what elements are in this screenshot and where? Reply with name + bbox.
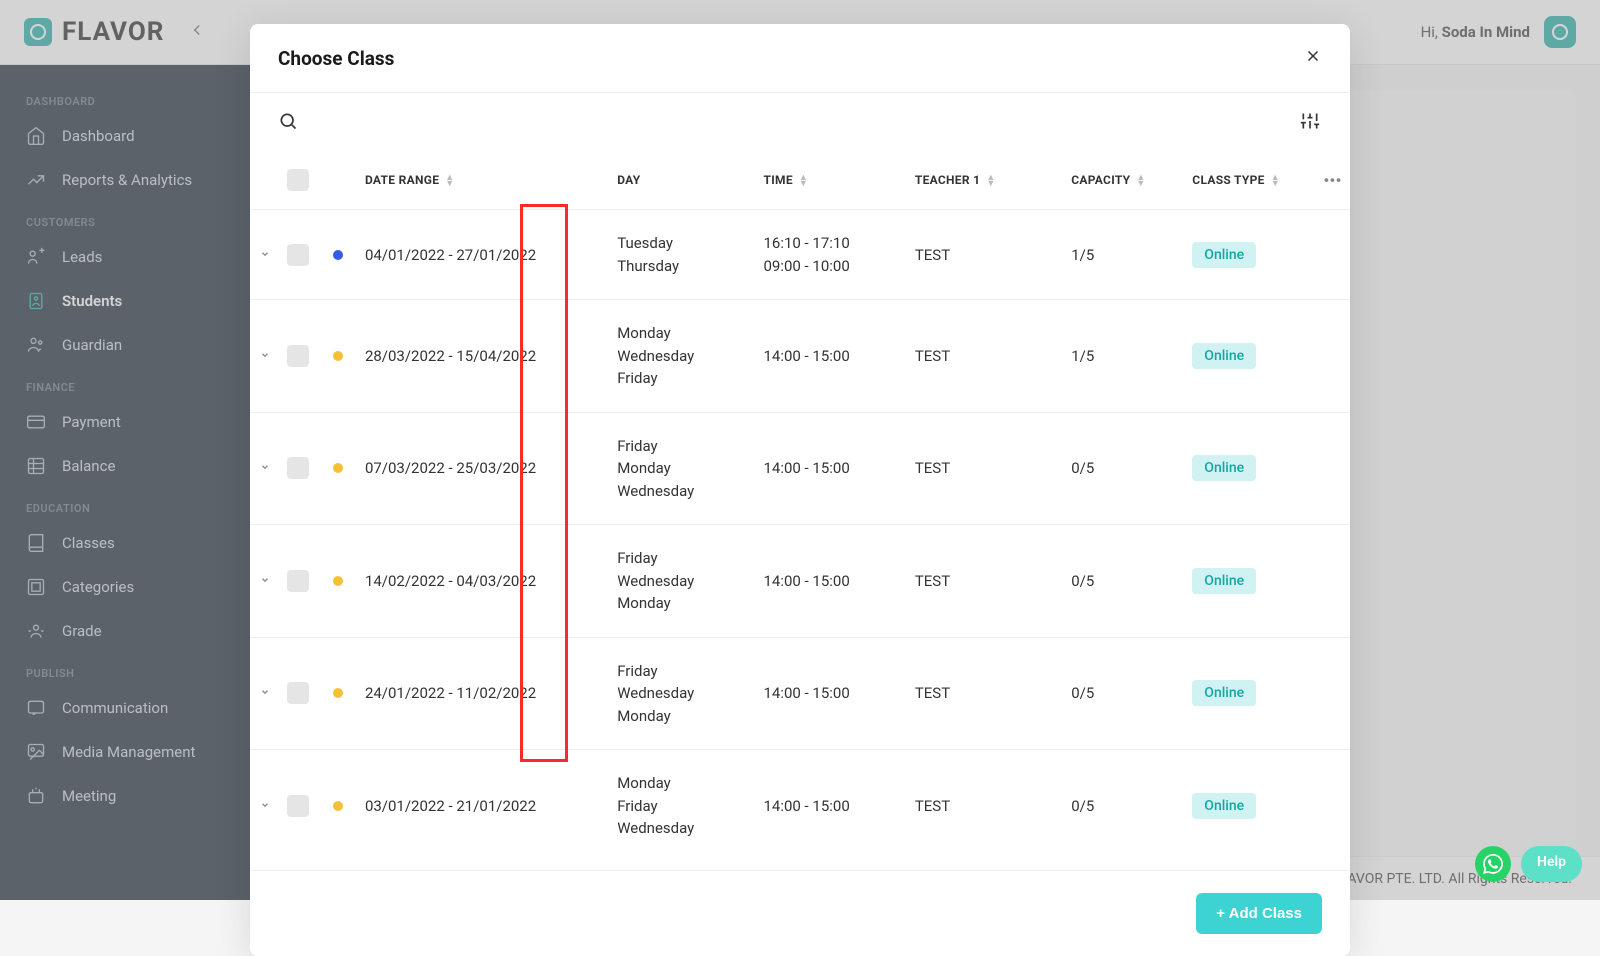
row-checkbox[interactable] — [287, 570, 309, 592]
cell-class-type: Online — [1184, 210, 1315, 300]
search-icon[interactable] — [278, 111, 300, 133]
cell-time: 14:00 - 15:00 — [755, 637, 906, 750]
status-dot — [333, 351, 343, 361]
cell-teacher: TEST — [907, 750, 1063, 862]
cell-class-type: Online — [1184, 637, 1315, 750]
cell-teacher: TEST — [907, 412, 1063, 525]
cell-day: FridayMondayWednesday — [609, 412, 755, 525]
status-dot — [333, 250, 343, 260]
cell-capacity: 0/5 — [1063, 412, 1184, 525]
cell-class-type: Online — [1184, 300, 1315, 413]
table-row: 28/03/2022 - 15/04/2022MondayWednesdayFr… — [250, 300, 1350, 413]
table-row: 24/01/2022 - 11/02/2022FridayWednesdayMo… — [250, 637, 1350, 750]
table-row: 07/03/2022 - 25/03/2022FridayMondayWedne… — [250, 412, 1350, 525]
row-checkbox[interactable] — [287, 682, 309, 704]
help-button[interactable]: Help — [1521, 846, 1582, 882]
cell-teacher: TEST — [907, 210, 1063, 300]
cell-time: 16:10 - 17:1009:00 - 10:00 — [755, 210, 906, 300]
cell-day: MondayWednesdayFriday — [609, 300, 755, 413]
table-row: 04/01/2022 - 27/01/2022TuesdayThursday16… — [250, 210, 1350, 300]
cell-capacity: 0/5 — [1063, 525, 1184, 638]
status-dot — [333, 463, 343, 473]
expand-row-icon[interactable] — [250, 412, 278, 525]
cell-teacher: TEST — [907, 637, 1063, 750]
cell-date-range: 24/01/2022 - 11/02/2022 — [357, 637, 609, 750]
cell-day: FridayWednesdayMonday — [609, 637, 755, 750]
expand-row-icon[interactable] — [250, 750, 278, 862]
cell-date-range: 14/02/2022 - 04/03/2022 — [357, 525, 609, 638]
expand-row-icon[interactable] — [250, 300, 278, 413]
cell-time: 14:00 - 15:00 — [755, 300, 906, 413]
row-checkbox[interactable] — [287, 795, 309, 817]
col-teacher[interactable]: TEACHER 1▲▼ — [907, 151, 1063, 210]
cell-time: 14:00 - 15:00 — [755, 412, 906, 525]
cell-teacher: TEST — [907, 525, 1063, 638]
cell-date-range: 03/01/2022 - 21/01/2022 — [357, 750, 609, 862]
col-date-range[interactable]: DATE RANGE▲▼ — [357, 151, 609, 210]
select-all-checkbox[interactable] — [287, 169, 309, 191]
class-table: DATE RANGE▲▼ DAY TIME▲▼ TEACHER 1▲▼ CAPA… — [250, 151, 1350, 862]
table-row: 14/02/2022 - 04/03/2022FridayWednesdayMo… — [250, 525, 1350, 638]
more-columns-icon[interactable]: ••• — [1315, 151, 1350, 210]
status-dot — [333, 576, 343, 586]
cell-capacity: 1/5 — [1063, 300, 1184, 413]
col-day[interactable]: DAY — [609, 151, 755, 210]
whatsapp-icon[interactable] — [1475, 846, 1511, 882]
row-checkbox[interactable] — [287, 457, 309, 479]
cell-capacity: 0/5 — [1063, 637, 1184, 750]
modal-title: Choose Class — [278, 47, 394, 70]
cell-date-range: 28/03/2022 - 15/04/2022 — [357, 300, 609, 413]
filter-icon[interactable] — [1300, 111, 1322, 133]
cell-time: 14:00 - 15:00 — [755, 525, 906, 638]
table-row: 03/01/2022 - 21/01/2022MondayFridayWedne… — [250, 750, 1350, 862]
cell-class-type: Online — [1184, 525, 1315, 638]
col-class-type[interactable]: CLASS TYPE▲▼ — [1184, 151, 1315, 210]
row-checkbox[interactable] — [287, 345, 309, 367]
col-capacity[interactable]: CAPACITY▲▼ — [1063, 151, 1184, 210]
cell-day: TuesdayThursday — [609, 210, 755, 300]
status-dot — [333, 688, 343, 698]
expand-row-icon[interactable] — [250, 210, 278, 300]
cell-capacity: 1/5 — [1063, 210, 1184, 300]
cell-class-type: Online — [1184, 750, 1315, 862]
expand-row-icon[interactable] — [250, 637, 278, 750]
close-icon[interactable] — [1304, 46, 1322, 70]
col-time[interactable]: TIME▲▼ — [755, 151, 906, 210]
add-class-button[interactable]: + Add Class — [1196, 893, 1322, 934]
expand-row-icon[interactable] — [250, 525, 278, 638]
cell-capacity: 0/5 — [1063, 750, 1184, 862]
cell-date-range: 07/03/2022 - 25/03/2022 — [357, 412, 609, 525]
cell-class-type: Online — [1184, 412, 1315, 525]
cell-teacher: TEST — [907, 300, 1063, 413]
row-checkbox[interactable] — [287, 244, 309, 266]
cell-time: 14:00 - 15:00 — [755, 750, 906, 862]
cell-day: MondayFridayWednesday — [609, 750, 755, 862]
cell-date-range: 04/01/2022 - 27/01/2022 — [357, 210, 609, 300]
choose-class-modal: Choose Class DATE RANGE▲▼ DAY TIME▲▼ TEA… — [250, 24, 1350, 956]
cell-day: FridayWednesdayMonday — [609, 525, 755, 638]
status-dot — [333, 801, 343, 811]
